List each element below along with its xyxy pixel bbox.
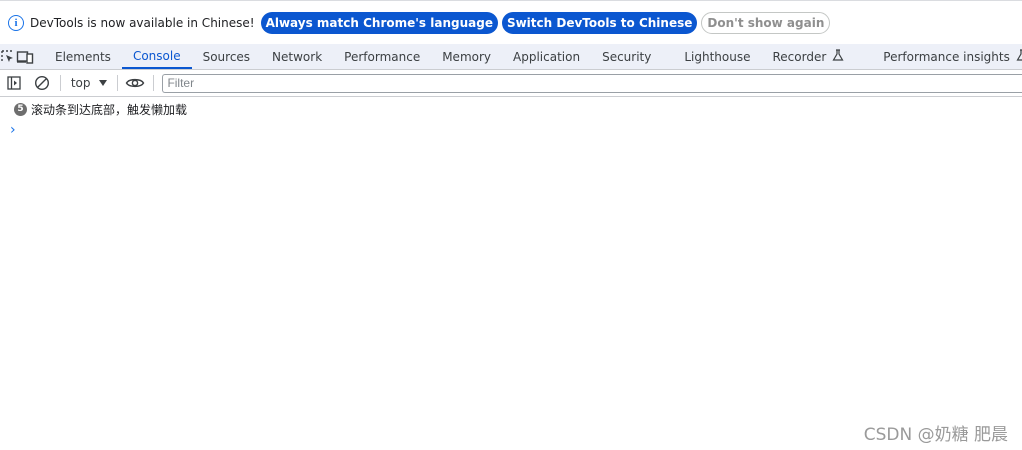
tab-performance-insights[interactable]: Performance insights [855, 44, 1022, 69]
flask-icon [1016, 49, 1022, 64]
live-expression-eye-icon[interactable] [122, 70, 150, 97]
tab-sources[interactable]: Sources [192, 44, 261, 69]
match-language-button[interactable]: Always match Chrome's language [260, 11, 498, 34]
watermark: CSDN @奶糖 肥晨 [863, 425, 1008, 445]
console-toolbar: top [0, 70, 1022, 97]
clear-console-icon[interactable] [28, 70, 56, 97]
console-message-text: 滚动条到达底部，触发懒加载 [31, 102, 188, 117]
repeat-count-badge: 5 [14, 102, 27, 116]
flask-icon [832, 49, 844, 64]
context-label: top [70, 76, 91, 90]
tab-lighthouse[interactable]: Lighthouse [662, 44, 761, 69]
info-icon: i [8, 14, 24, 31]
tab-recorder[interactable]: Recorder [762, 44, 856, 69]
tab-performance[interactable]: Performance [333, 44, 431, 69]
toolbar-separator [59, 75, 61, 91]
dont-show-again-button[interactable]: Don't show again [701, 11, 831, 34]
tab-elements[interactable]: Elements [44, 44, 122, 69]
tab-security[interactable]: Security [591, 44, 662, 69]
infobar-message: DevTools is now available in Chinese! [30, 15, 255, 30]
caret-down-icon [98, 80, 107, 86]
tab-console[interactable]: Console [121, 44, 192, 69]
console-output: 5 滚动条到达底部，触发懒加载 › [0, 98, 1022, 140]
switch-chinese-button[interactable]: Switch DevTools to Chinese [501, 11, 698, 34]
tab-performance-insights-label: Performance insights [883, 49, 1010, 64]
console-input[interactable] [16, 121, 1022, 139]
console-prompt[interactable]: › [0, 120, 1022, 140]
tab-recorder-label: Recorder [772, 49, 827, 64]
toolbar-separator [116, 75, 118, 91]
tab-network[interactable]: Network [261, 44, 333, 69]
tab-memory[interactable]: Memory [431, 44, 502, 69]
inspect-element-icon[interactable] [0, 44, 16, 69]
tab-application[interactable]: Application [502, 44, 591, 69]
toolbar-separator [153, 75, 155, 91]
filter-input[interactable] [162, 73, 1022, 93]
language-infobar: i DevTools is now available in Chinese! … [0, 0, 1022, 44]
devtools-window: i DevTools is now available in Chinese! … [0, 0, 1022, 450]
context-selector[interactable]: top [65, 76, 113, 90]
sidebar-toggle-icon[interactable] [0, 70, 28, 97]
panel-tabbar: Elements Console Sources Network Perform… [0, 44, 1022, 70]
console-message: 5 滚动条到达底部，触发懒加载 [0, 98, 1022, 120]
device-toolbar-icon[interactable] [16, 44, 34, 69]
